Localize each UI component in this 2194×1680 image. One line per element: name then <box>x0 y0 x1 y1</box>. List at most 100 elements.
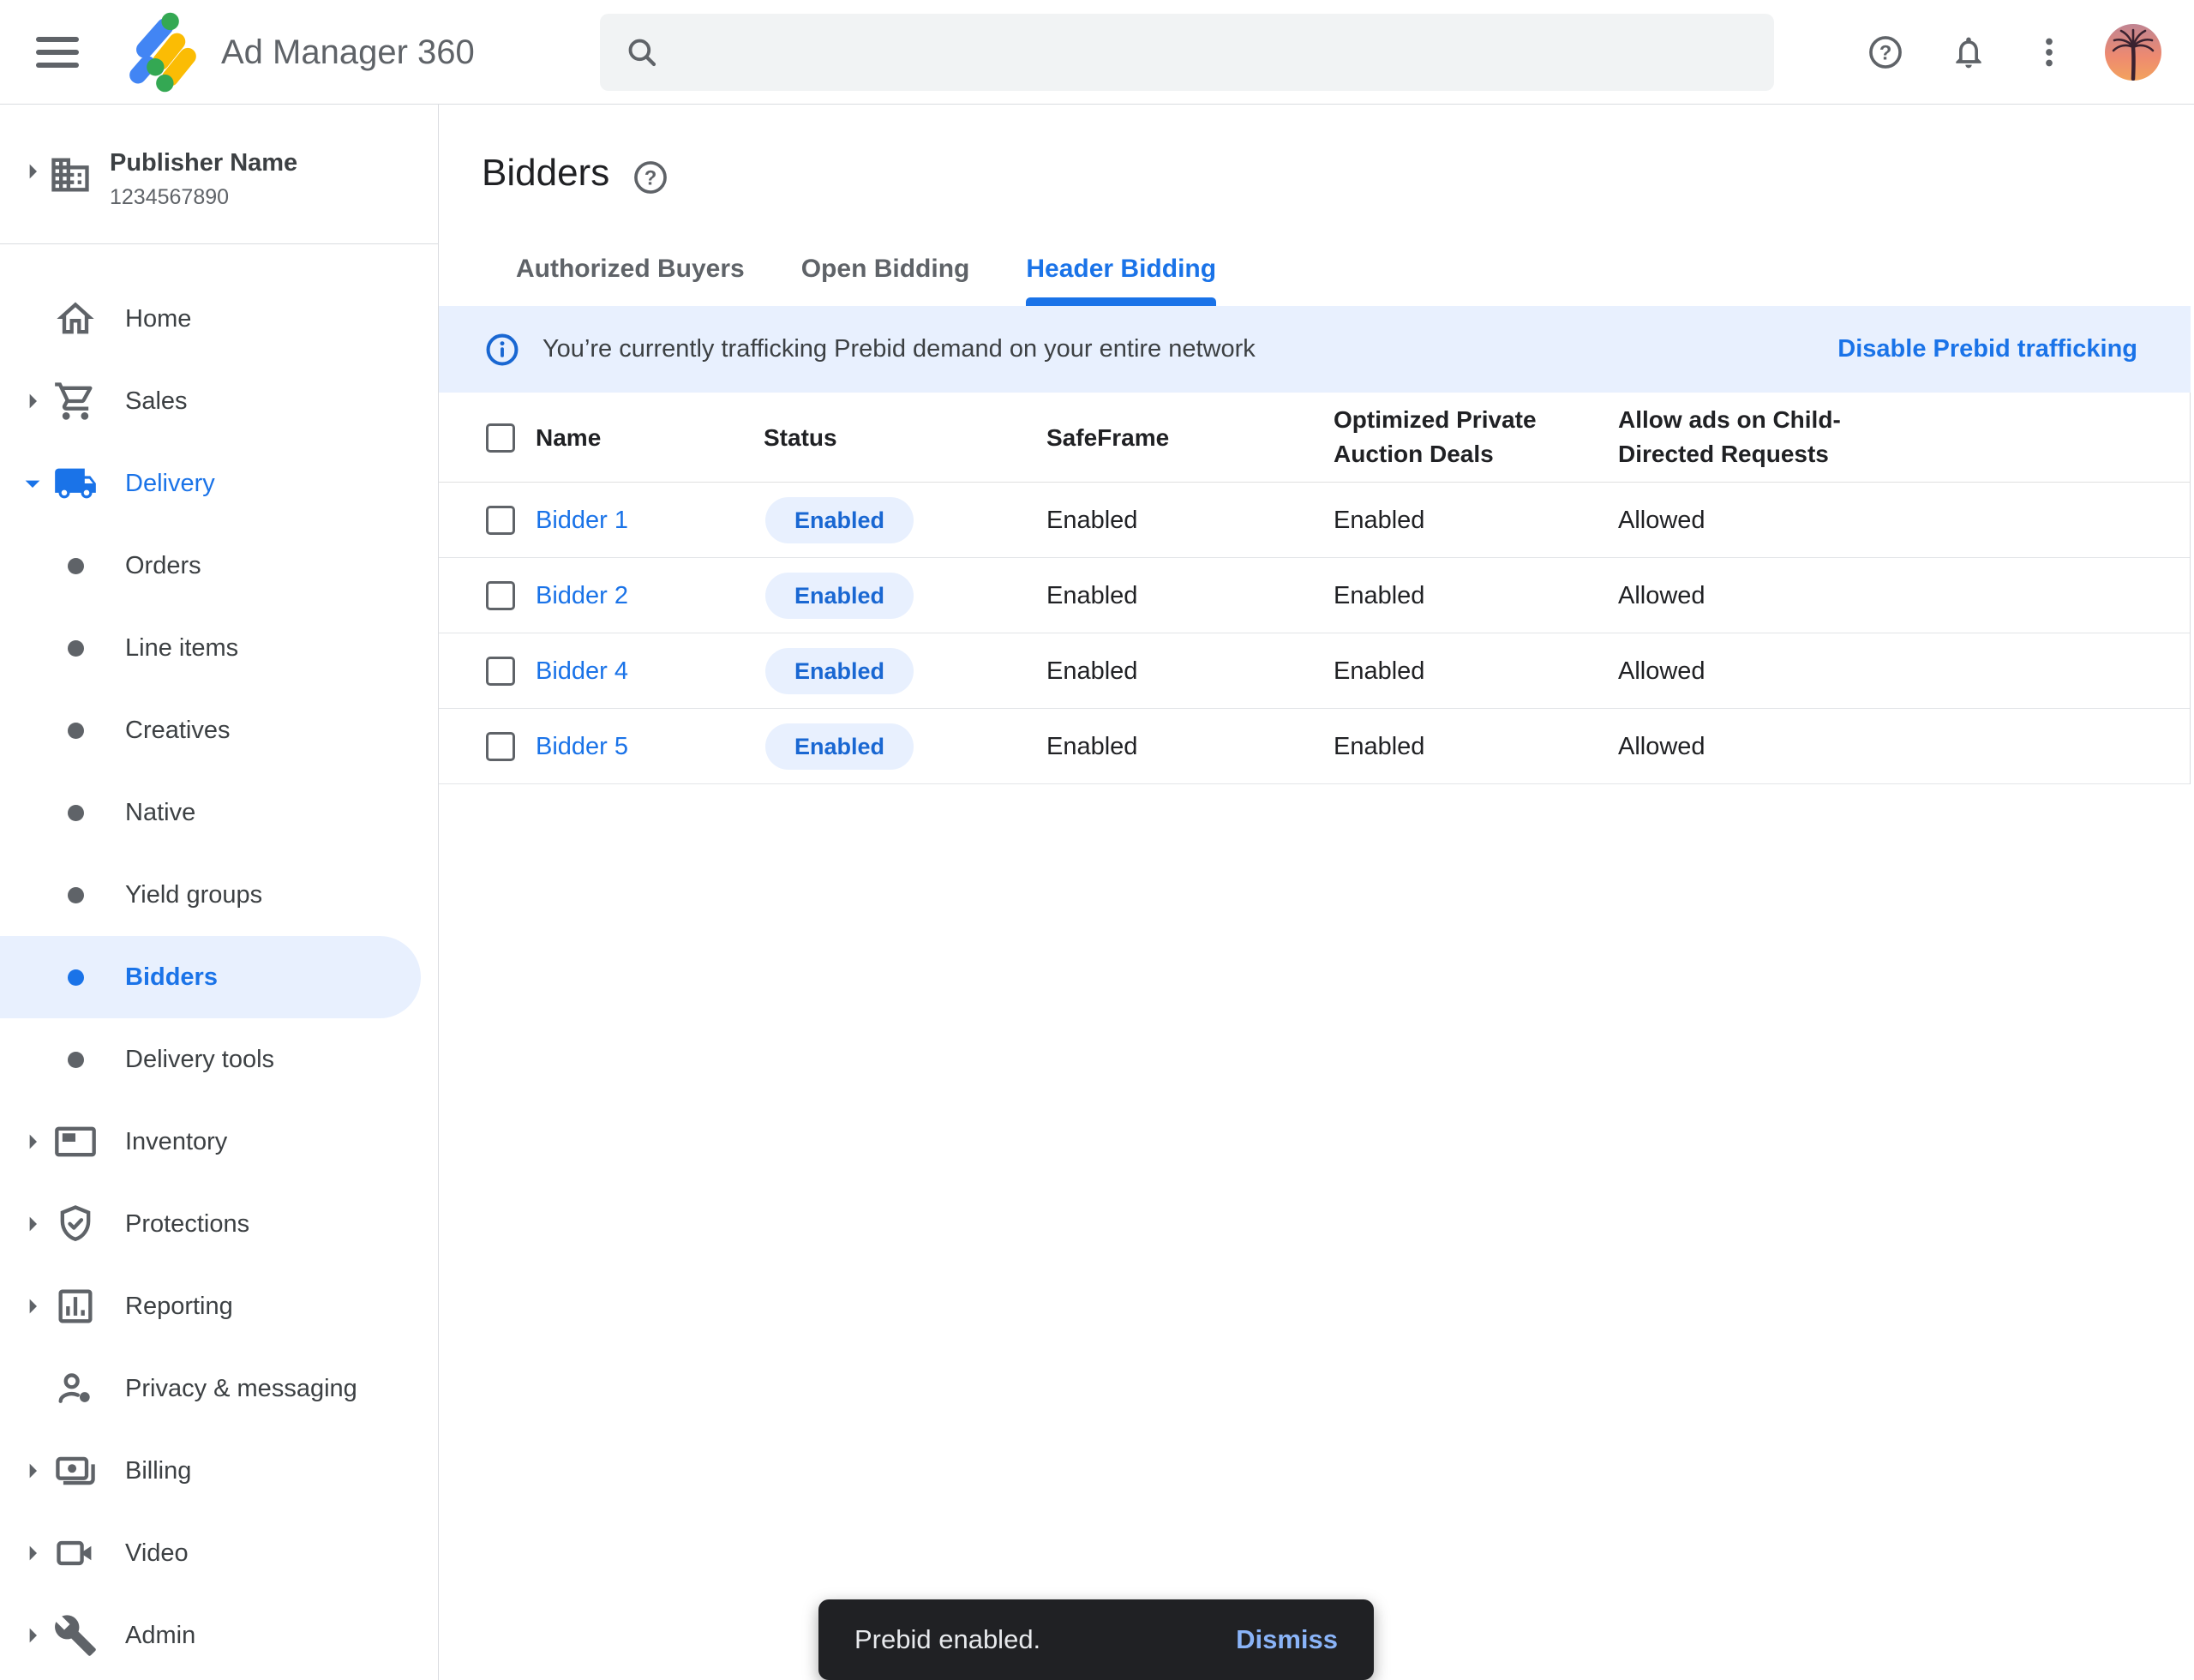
publisher-id: 1234567890 <box>110 185 229 210</box>
bidder-name-link[interactable]: Bidder 4 <box>536 633 628 709</box>
svg-text:?: ? <box>1879 41 1892 64</box>
tab-label: Open Bidding <box>801 255 970 283</box>
tab-label: Authorized Buyers <box>516 255 745 283</box>
child-directed-value: Allowed <box>1618 558 1705 633</box>
caret-spacer <box>15 1042 50 1077</box>
sidebar-item-video[interactable]: Video <box>0 1512 438 1594</box>
sidebar-item-label: Admin <box>125 1622 195 1650</box>
sidebar-item-native[interactable]: Native <box>0 771 438 854</box>
caret-spacer <box>15 631 50 665</box>
safeframe-value: Enabled <box>1046 709 1137 784</box>
banner-message: You’re currently trafficking Prebid dema… <box>543 335 1256 363</box>
caret-spacer <box>15 960 50 994</box>
column-header-status: Status <box>764 393 837 483</box>
bidder-name-link[interactable]: Bidder 1 <box>536 483 628 558</box>
bullet-dot-icon <box>68 969 84 986</box>
page-help-icon[interactable]: ? <box>632 159 669 196</box>
caret-spacer <box>15 795 50 830</box>
sidebar-item-protections[interactable]: Protections <box>0 1183 438 1265</box>
bullet-dot-icon <box>68 640 84 657</box>
column-header-name: Name <box>536 393 601 483</box>
report-icon <box>53 1284 98 1329</box>
sidebar-item-privacy-messaging[interactable]: Privacy & messaging <box>0 1347 438 1430</box>
search-input[interactable] <box>679 38 1750 67</box>
optimized-private-auction-deals-value: Enabled <box>1334 709 1424 784</box>
column-header-optimized-private-auction-deals: Optimized Private Auction Deals <box>1334 403 1574 471</box>
sidebar-item-billing[interactable]: Billing <box>0 1430 438 1512</box>
status-badge: Enabled <box>765 573 914 619</box>
sidebar-item-bidders[interactable]: Bidders <box>0 936 421 1018</box>
bullet-slot <box>53 1037 98 1082</box>
sidebar-item-label: Delivery <box>125 470 215 498</box>
caret-spacer <box>15 1371 50 1406</box>
sidebar-item-label: Sales <box>125 387 188 416</box>
tab-header-bidding[interactable]: Header Bidding <box>1026 241 1216 306</box>
sidebar-item-label: Inventory <box>125 1128 227 1156</box>
bidder-name-link[interactable]: Bidder 5 <box>536 709 628 784</box>
row-checkbox[interactable] <box>486 657 515 686</box>
bullet-dot-icon <box>68 1052 84 1068</box>
sidebar-nav: Home Sales Delivery Orders Line items Creativ… <box>0 244 438 1677</box>
hamburger-menu-icon[interactable] <box>36 32 81 73</box>
column-header-allow-ads-on-child-directed-requests: Allow ads on Child-Directed Requests <box>1618 403 1909 471</box>
row-checkbox[interactable] <box>486 506 515 535</box>
sidebar-item-admin[interactable]: Admin <box>0 1594 438 1677</box>
active-tab-underline <box>1026 297 1216 306</box>
global-search[interactable] <box>600 14 1774 91</box>
tab-authorized-buyers[interactable]: Authorized Buyers <box>516 241 745 306</box>
sidebar-item-creatives[interactable]: Creatives <box>0 689 438 771</box>
row-checkbox[interactable] <box>486 732 515 761</box>
bullet-slot <box>53 873 98 917</box>
sidebar-item-inventory[interactable]: Inventory <box>0 1101 438 1183</box>
page-title: Bidders <box>482 152 609 195</box>
sidebar-item-label: Video <box>125 1539 189 1568</box>
caret-right-icon <box>15 1454 50 1488</box>
more-options-icon[interactable] <box>2030 33 2068 71</box>
table-row-bidder-1: Bidder 1EnabledEnabledEnabledAllowed <box>439 483 2190 558</box>
sidebar-item-label: Protections <box>125 1210 249 1239</box>
notifications-bell-icon[interactable] <box>1950 33 1987 71</box>
sidebar-item-reporting[interactable]: Reporting <box>0 1265 438 1347</box>
bullet-slot <box>53 708 98 753</box>
cart-icon <box>53 379 98 423</box>
sidebar-item-sales[interactable]: Sales <box>0 360 438 442</box>
inventory-icon <box>53 1119 98 1164</box>
network-switcher[interactable]: Publisher Name 1234567890 <box>0 105 438 244</box>
bidder-name-link[interactable]: Bidder 2 <box>536 558 628 633</box>
select-all-checkbox[interactable] <box>486 423 515 453</box>
privacy-icon <box>53 1366 98 1411</box>
tab-open-bidding[interactable]: Open Bidding <box>801 241 970 306</box>
palm-tree-photo <box>2105 24 2161 81</box>
sidebar-item-delivery-tools[interactable]: Delivery tools <box>0 1018 438 1101</box>
sidebar-item-label: Line items <box>125 634 238 663</box>
status-badge: Enabled <box>765 648 914 694</box>
sidebar-item-orders[interactable]: Orders <box>0 525 438 607</box>
bullet-dot-icon <box>68 887 84 903</box>
table-row-bidder-5: Bidder 5EnabledEnabledEnabledAllowed <box>439 709 2190 784</box>
sidebar-item-yield-groups[interactable]: Yield groups <box>0 854 438 936</box>
safeframe-value: Enabled <box>1046 633 1137 709</box>
sidebar-item-line-items[interactable]: Line items <box>0 607 438 689</box>
sidebar-item-label: Yield groups <box>125 881 262 909</box>
admin-icon <box>53 1613 98 1658</box>
sidebar-item-home[interactable]: Home <box>0 278 438 360</box>
row-checkbox[interactable] <box>486 581 515 610</box>
help-icon[interactable]: ? <box>1867 33 1904 71</box>
bullet-slot <box>53 790 98 835</box>
user-avatar[interactable] <box>2105 24 2161 81</box>
toast-dismiss-button[interactable]: Dismiss <box>1236 1624 1338 1655</box>
table-header: NameStatusSafeFrameOptimized Private Auc… <box>439 393 2191 483</box>
svg-text:?: ? <box>644 166 657 189</box>
bullet-dot-icon <box>68 558 84 574</box>
bidders-table: Bidder 1EnabledEnabledEnabledAllowedBidd… <box>439 483 2191 784</box>
safeframe-value: Enabled <box>1046 483 1137 558</box>
main-content: Bidders ? Authorized Buyers Open Bidding H… <box>439 105 2194 1680</box>
disable-prebid-trafficking-link[interactable]: Disable Prebid trafficking <box>1837 335 2137 363</box>
child-directed-value: Allowed <box>1618 483 1705 558</box>
bullet-dot-icon <box>68 723 84 739</box>
sidebar-item-delivery[interactable]: Delivery <box>0 442 438 525</box>
sidebar-item-label: Orders <box>125 552 201 580</box>
bullet-slot <box>53 626 98 670</box>
tab-bar: Authorized Buyers Open Bidding Header Bidd… <box>516 241 1273 306</box>
caret-right-icon <box>15 1536 50 1570</box>
